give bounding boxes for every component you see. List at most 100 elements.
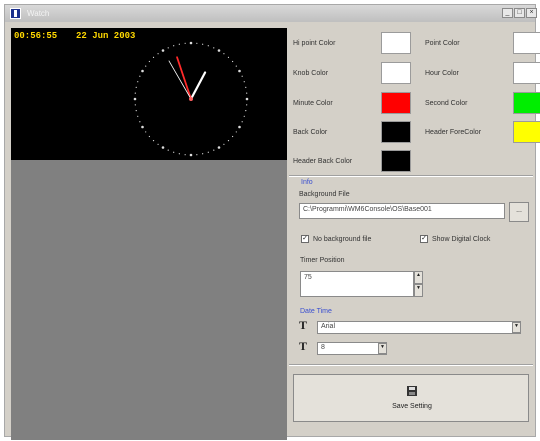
minute-tick bbox=[148, 60, 150, 63]
minute-tick bbox=[241, 75, 243, 77]
minute-tick bbox=[227, 56, 230, 58]
spin-down-button[interactable]: ▼ bbox=[414, 284, 423, 297]
hour-color-label: Hour Color bbox=[425, 70, 459, 77]
hi-point-color-label: Hi point Color bbox=[293, 40, 336, 47]
minute-tick bbox=[243, 115, 245, 117]
font-size-select[interactable]: 8 bbox=[317, 342, 387, 355]
header-fore-color-label: Header ForeColor bbox=[425, 129, 482, 136]
empty-panel bbox=[11, 160, 287, 440]
title-bar[interactable]: Watch _ □ × bbox=[5, 5, 537, 22]
minute-tick bbox=[139, 75, 141, 77]
app-icon bbox=[10, 8, 21, 19]
browse-button[interactable]: ... bbox=[509, 202, 529, 222]
hour-tick bbox=[161, 146, 165, 149]
minute-tick bbox=[207, 45, 209, 47]
knob-color-swatch[interactable] bbox=[381, 62, 411, 84]
header-fore-color-swatch[interactable] bbox=[513, 121, 540, 143]
minute-tick bbox=[157, 143, 159, 145]
date-time-section-label: Date Time bbox=[300, 308, 332, 315]
font-size-icon: T bbox=[299, 339, 308, 353]
hour-tick bbox=[217, 49, 221, 52]
hour-tick bbox=[141, 69, 144, 73]
divider bbox=[289, 364, 533, 366]
point-color-label: Point Color bbox=[425, 40, 460, 47]
checkmark-icon: ✓ bbox=[421, 235, 427, 242]
minute-tick bbox=[246, 104, 248, 106]
font-size-dropdown-button[interactable]: ▼ bbox=[378, 343, 387, 354]
background-file-label: Background File bbox=[299, 191, 350, 198]
font-select-dropdown-button[interactable]: ▼ bbox=[512, 322, 521, 333]
maximize-button[interactable]: □ bbox=[514, 8, 525, 18]
timer-position-input[interactable]: 75 bbox=[300, 271, 414, 297]
minute-tick bbox=[241, 121, 243, 123]
minute-tick bbox=[152, 56, 155, 58]
minute-tick bbox=[145, 65, 147, 67]
analog-clock-face bbox=[133, 41, 249, 157]
minute-tick bbox=[235, 131, 237, 133]
minute-tick bbox=[243, 81, 245, 83]
minute-tick bbox=[157, 53, 159, 55]
minute-tick bbox=[178, 153, 180, 155]
font-select[interactable]: Arial bbox=[317, 321, 521, 334]
minute-tick bbox=[137, 81, 139, 83]
minute-tick bbox=[167, 47, 169, 49]
hour-tick bbox=[189, 153, 193, 157]
clock-preview: 00:56:55 22 Jun 2003 bbox=[11, 28, 287, 160]
divider bbox=[289, 175, 533, 177]
hour-hand bbox=[189, 71, 207, 101]
show-digital-clock-checkbox[interactable]: ✓ bbox=[420, 235, 428, 243]
show-digital-clock-label: Show Digital Clock bbox=[432, 236, 491, 243]
minute-tick bbox=[196, 42, 198, 44]
clock-knob bbox=[189, 97, 193, 101]
minute-tick bbox=[232, 60, 234, 63]
minute-tick bbox=[139, 121, 141, 123]
back-color-label: Back Color bbox=[293, 129, 328, 136]
hi-point-color-swatch[interactable] bbox=[381, 32, 411, 54]
no-background-label: No background file bbox=[313, 236, 372, 243]
save-setting-button[interactable]: Save Setting bbox=[293, 374, 529, 422]
minute-tick bbox=[152, 140, 155, 142]
minute-tick bbox=[245, 86, 247, 88]
minute-tick bbox=[184, 154, 186, 156]
hour-tick bbox=[161, 49, 165, 52]
minute-tick bbox=[173, 151, 175, 153]
minute-tick bbox=[207, 151, 209, 153]
close-button[interactable]: × bbox=[526, 8, 537, 18]
second-color-swatch[interactable] bbox=[513, 92, 540, 114]
minute-tick bbox=[227, 140, 230, 142]
settings-panel: Hi point Color Point Color Knob Color Ho… bbox=[287, 22, 540, 436]
minute-tick bbox=[184, 42, 186, 44]
knob-color-label: Knob Color bbox=[293, 70, 329, 77]
hour-tick bbox=[245, 97, 249, 101]
back-color-swatch[interactable] bbox=[381, 121, 411, 143]
window-title: Watch bbox=[27, 9, 50, 18]
hour-tick bbox=[238, 69, 241, 73]
font-icon: T bbox=[299, 318, 308, 332]
hour-tick bbox=[189, 41, 193, 45]
minute-tick bbox=[178, 43, 180, 45]
minute-tick bbox=[246, 92, 248, 94]
hour-tick bbox=[238, 125, 241, 129]
no-background-checkbox[interactable]: ✓ bbox=[301, 235, 309, 243]
minute-tick bbox=[134, 104, 136, 106]
minute-tick bbox=[135, 86, 137, 88]
floppy-disk-icon bbox=[407, 386, 417, 396]
minimize-button[interactable]: _ bbox=[502, 8, 513, 18]
minute-tick bbox=[135, 110, 137, 112]
save-setting-label: Save Setting bbox=[392, 403, 432, 410]
hour-tick bbox=[141, 125, 144, 129]
minute-tick bbox=[223, 143, 225, 145]
minute-tick bbox=[235, 65, 237, 67]
minute-tick bbox=[148, 135, 150, 138]
minute-tick bbox=[223, 53, 225, 55]
info-section-label: Info bbox=[301, 179, 313, 186]
point-color-swatch[interactable] bbox=[513, 32, 540, 54]
minute-tick bbox=[145, 131, 147, 133]
header-back-color-swatch[interactable] bbox=[381, 150, 411, 172]
hour-color-swatch[interactable] bbox=[513, 62, 540, 84]
minute-color-swatch[interactable] bbox=[381, 92, 411, 114]
hour-tick bbox=[217, 146, 221, 149]
background-file-input[interactable]: C:\Programmi\WM6Console\OS\Base001 bbox=[299, 203, 505, 219]
spin-up-button[interactable]: ▲ bbox=[414, 271, 423, 284]
minute-tick bbox=[213, 149, 215, 151]
